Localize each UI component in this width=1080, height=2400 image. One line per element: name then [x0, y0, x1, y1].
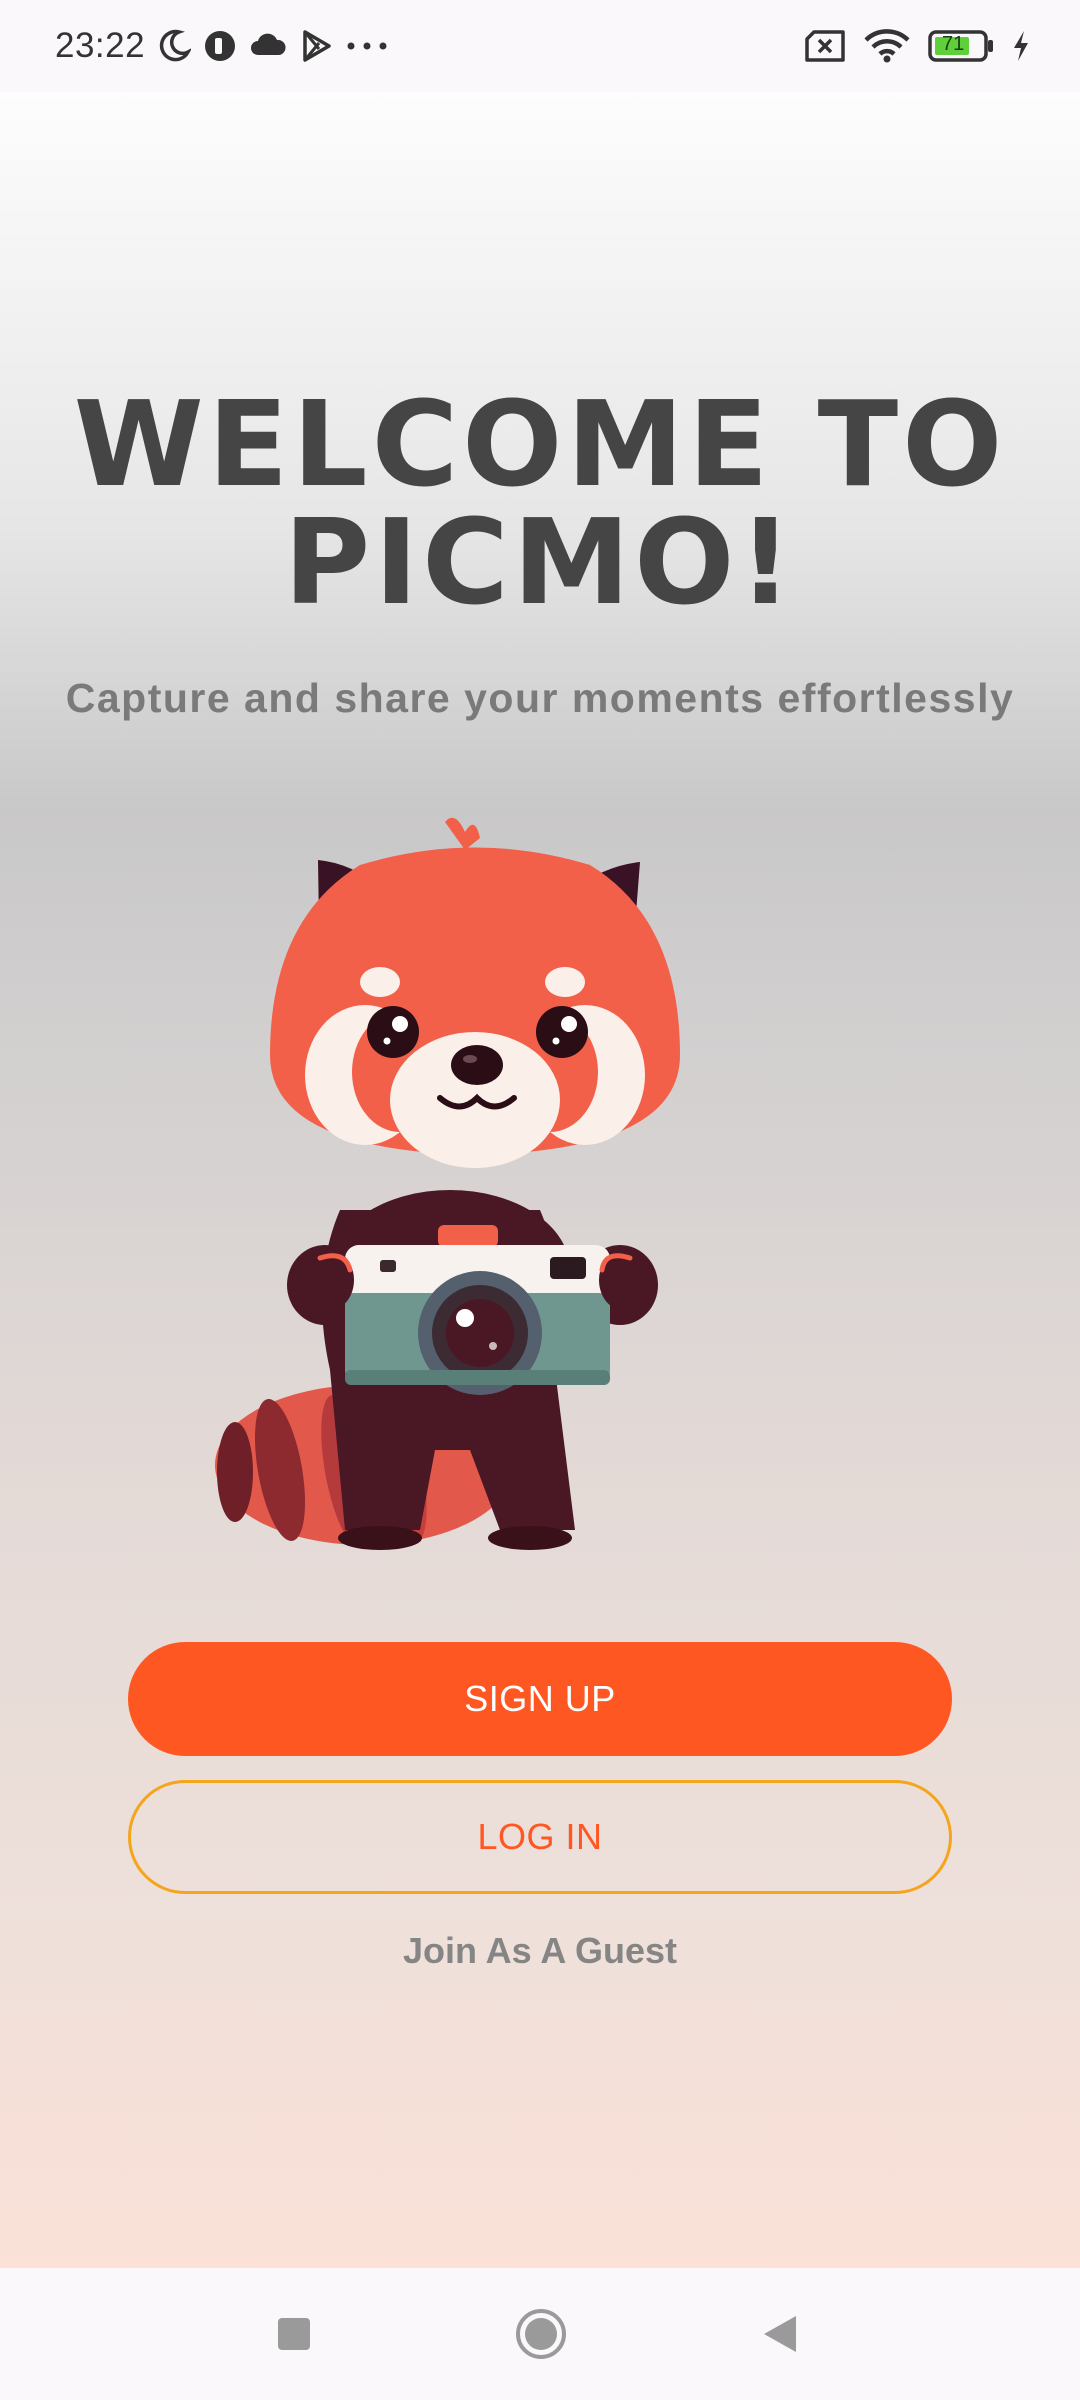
cloud-icon [249, 31, 287, 61]
status-right-group: 71 [804, 0, 1030, 92]
moon-icon [157, 29, 192, 63]
red-panda-mascot-image [215, 817, 680, 1550]
battery-level: 71 [942, 33, 965, 55]
login-button[interactable]: LOG IN [128, 1780, 952, 1894]
wifi-icon [864, 29, 910, 63]
welcome-title: Welcome to Picmo! [0, 385, 1080, 621]
no-sim-icon [804, 30, 846, 62]
welcome-subtitle: Capture and share your moments effortles… [65, 675, 1015, 721]
app-notification-icon [203, 29, 237, 63]
join-as-guest-link[interactable]: Join As A Guest [0, 1930, 1080, 1972]
welcome-title-line2: Picmo! [283, 493, 797, 631]
battery-icon: 71 [928, 30, 994, 62]
home-circle-icon[interactable] [514, 2307, 568, 2366]
status-left-group: 23:22 [55, 0, 389, 92]
status-bar: 23:22 71 [0, 0, 1080, 92]
status-time: 23:22 [55, 26, 146, 65]
login-button-label: LOG IN [477, 1816, 603, 1857]
welcome-title-line1: Welcome to [73, 375, 1007, 513]
charging-icon [1012, 30, 1030, 62]
signup-button[interactable]: SIGN UP [128, 1642, 952, 1756]
system-nav-bar [0, 2268, 1080, 2400]
back-triangle-icon[interactable] [762, 2314, 798, 2359]
signup-button-label: SIGN UP [464, 1678, 616, 1719]
more-dots-icon [345, 41, 389, 51]
camera-shape [345, 1225, 610, 1395]
recents-square-icon[interactable] [276, 2316, 312, 2357]
play-store-icon [299, 29, 333, 63]
